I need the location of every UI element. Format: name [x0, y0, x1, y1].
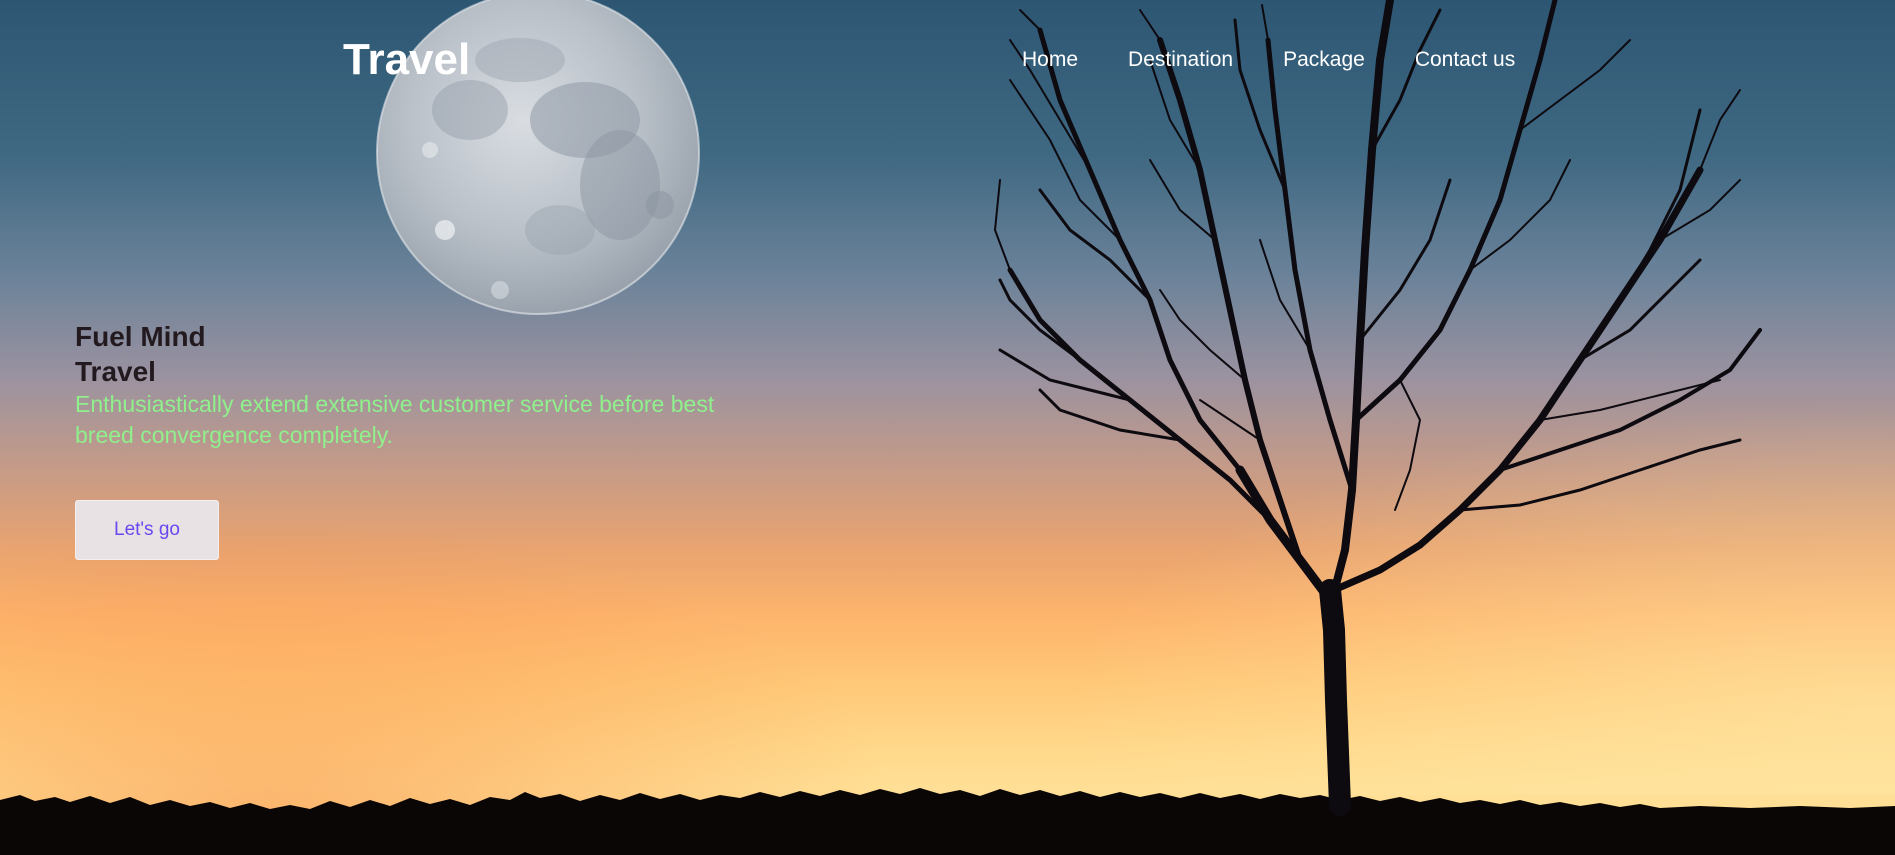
brand-logo[interactable]: Travel — [343, 34, 470, 86]
lets-go-button[interactable]: Let's go — [75, 500, 219, 560]
nav-link-contact[interactable]: Contact us — [1415, 46, 1515, 74]
hero-section: Travel Home Destination Package Contact … — [0, 0, 1895, 855]
hero-content: Fuel Mind Travel Enthusiastically extend… — [75, 319, 755, 451]
main-nav: Home Destination Package Contact us — [1022, 46, 1515, 74]
nav-link-destination[interactable]: Destination — [1128, 46, 1233, 74]
nav-link-package[interactable]: Package — [1283, 46, 1365, 74]
nav-link-home[interactable]: Home — [1022, 46, 1078, 74]
hero-title: Fuel Mind Travel — [75, 321, 206, 387]
hero-description: Enthusiastically extend extensive custom… — [75, 391, 715, 448]
treeline-silhouette — [0, 788, 1895, 855]
tree-silhouette — [993, 0, 1762, 816]
